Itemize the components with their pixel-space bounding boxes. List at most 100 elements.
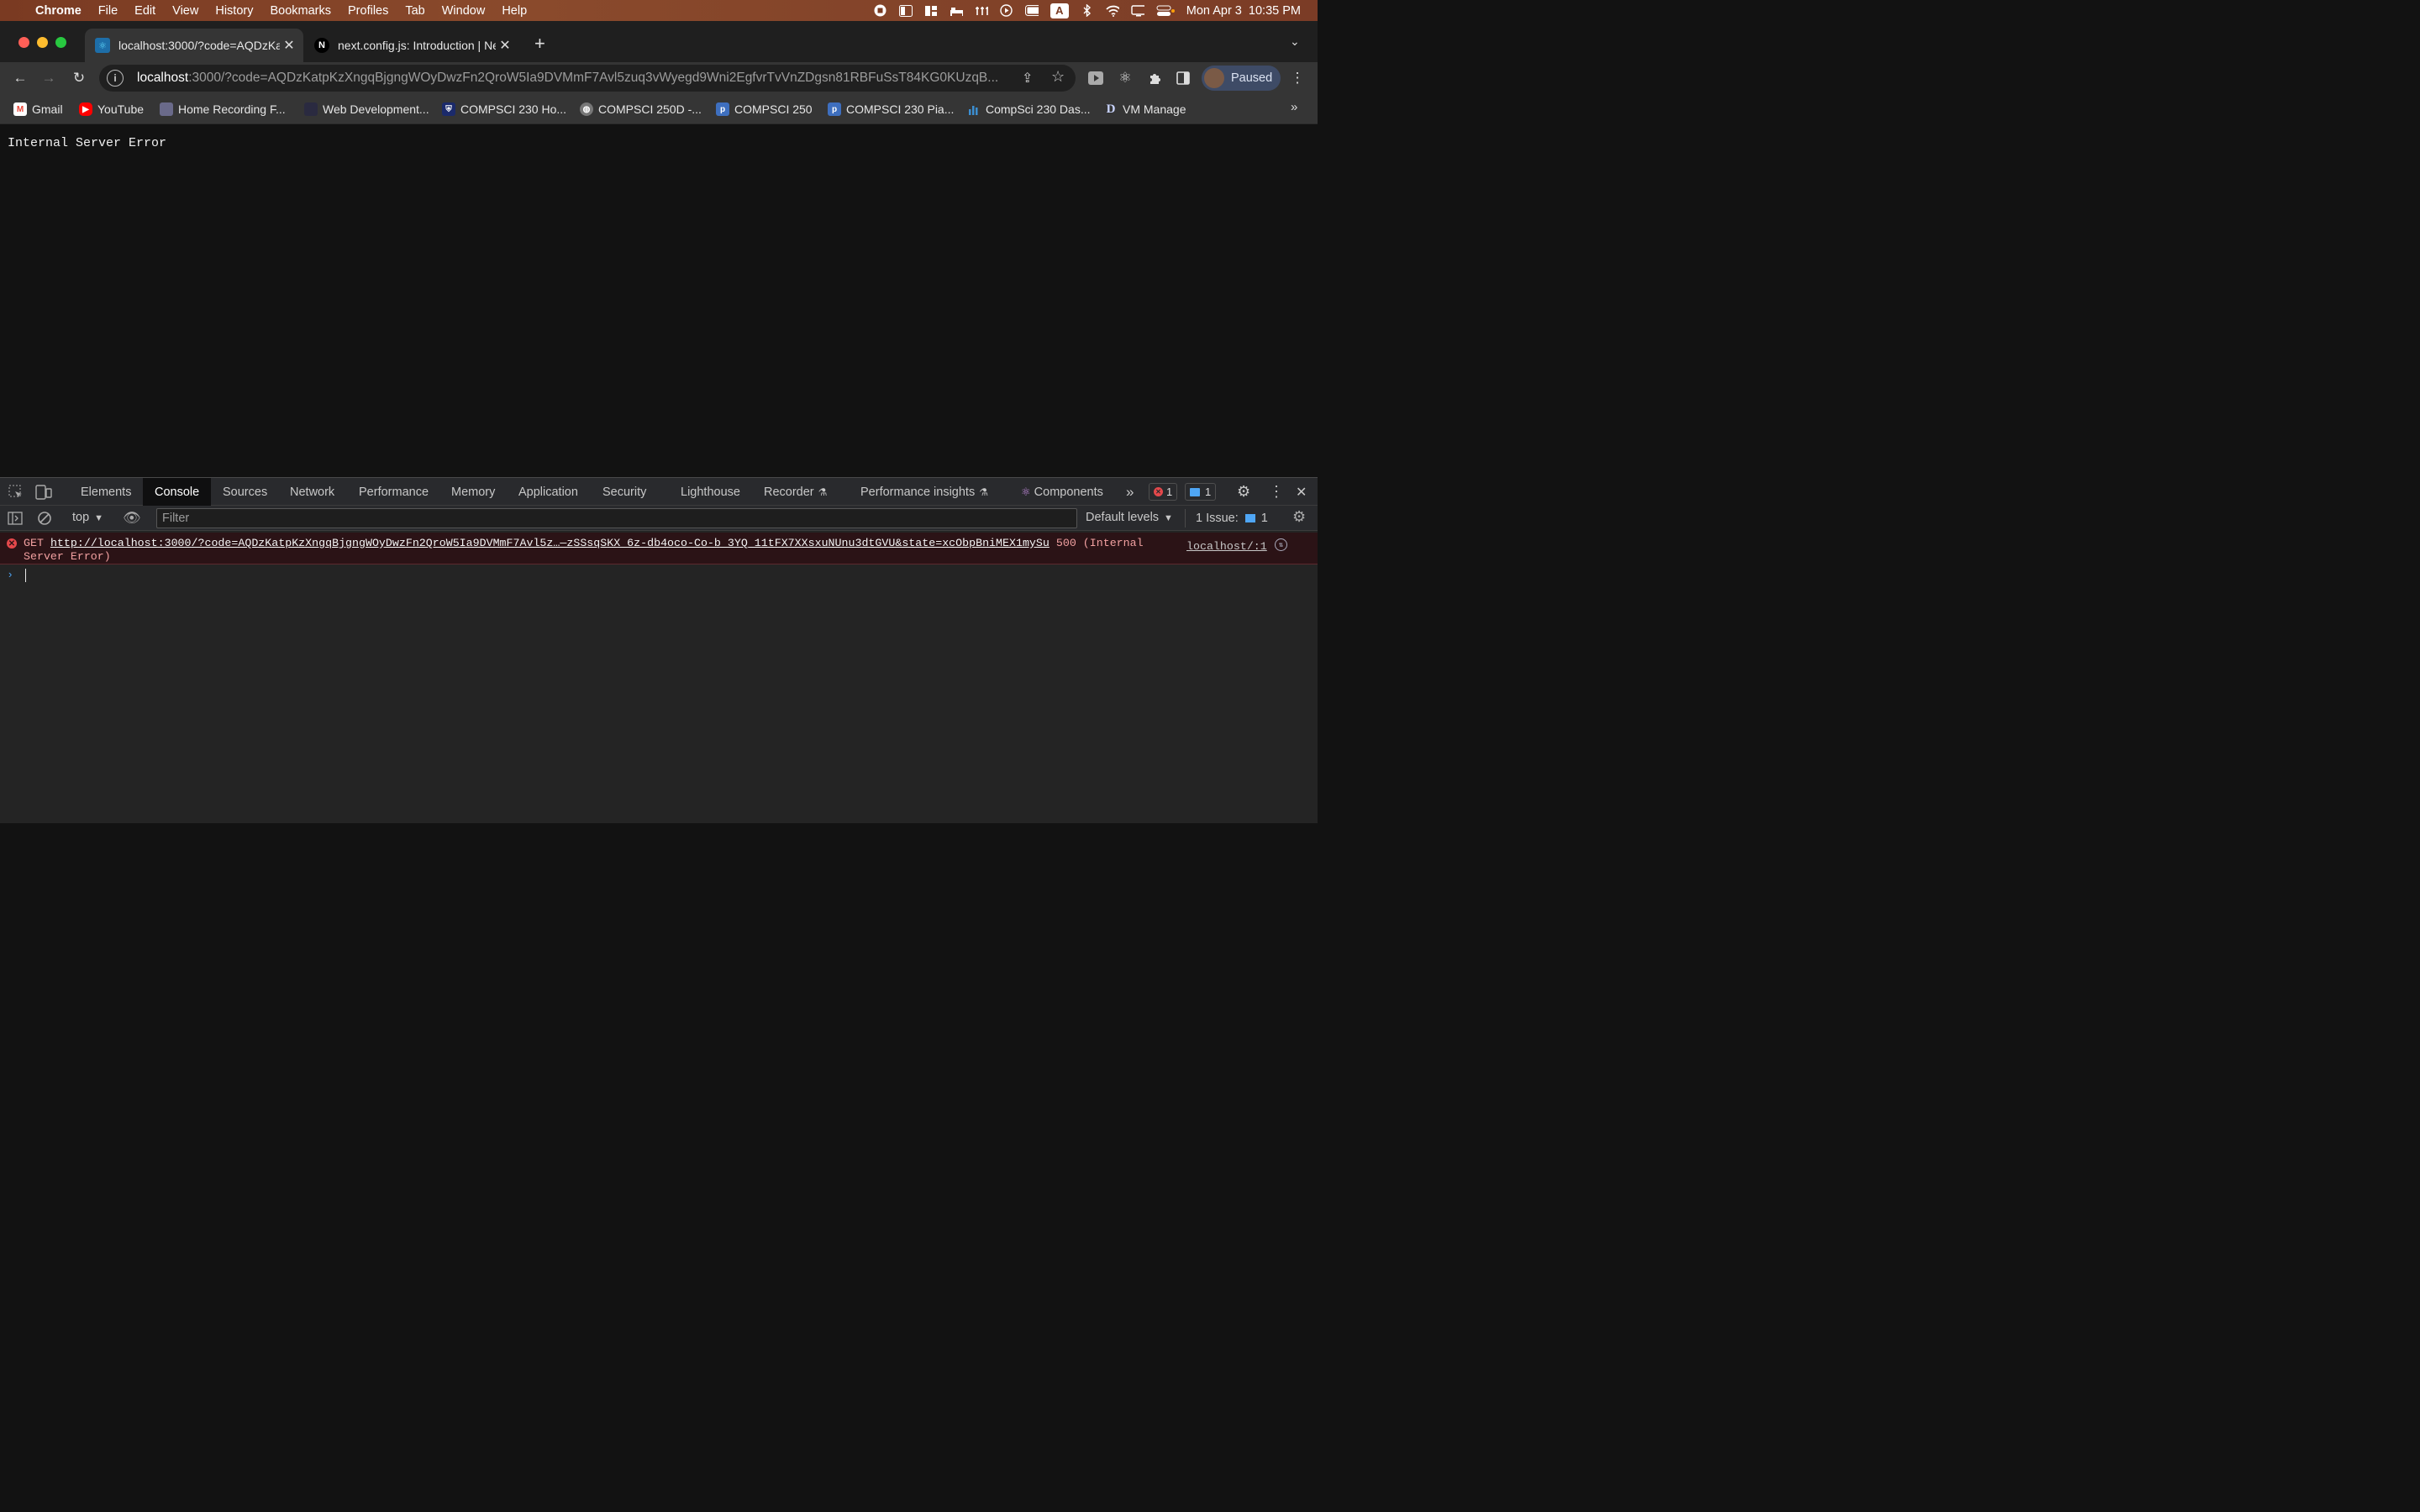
tab-search-chevron-icon[interactable]: ⌄ <box>1290 34 1300 49</box>
clear-console-icon[interactable] <box>37 511 52 529</box>
devtools-tab-elements[interactable]: Elements <box>81 478 131 506</box>
record-icon[interactable] <box>874 4 887 17</box>
duke-d-icon: D <box>1106 102 1116 116</box>
console-settings-gear-icon[interactable]: ⚙ <box>1292 508 1306 526</box>
devtools-tab-lighthouse[interactable]: Lighthouse <box>681 478 740 506</box>
devtools-menu-kebab-icon[interactable]: ⋮ <box>1269 478 1284 506</box>
bookmark-compsci-230-ho[interactable]: ⛨ COMPSCI 230 Ho... <box>442 101 566 118</box>
console-prompt-chevron-icon: › <box>8 568 13 580</box>
bookmark-gmail[interactable]: M Gmail <box>13 101 63 118</box>
control-center-icon[interactable] <box>1156 5 1175 17</box>
bookmark-compsci-250[interactable]: p COMPSCI 250 <box>716 101 813 118</box>
menu-edit[interactable]: Edit <box>126 4 164 18</box>
tab-title: localhost:3000/?code=AQDzKa <box>118 39 280 52</box>
extension-play-icon[interactable] <box>1086 68 1106 88</box>
close-tab-icon[interactable]: ✕ <box>280 37 298 54</box>
menu-help[interactable]: Help <box>493 4 535 18</box>
devtools-tab-security[interactable]: Security <box>602 478 646 506</box>
new-tab-button[interactable]: + <box>534 33 545 55</box>
menu-view[interactable]: View <box>164 4 207 18</box>
reload-button[interactable]: ↻ <box>69 68 89 88</box>
devtools-tab-memory[interactable]: Memory <box>451 478 495 506</box>
device-toolbar-icon[interactable] <box>35 478 52 506</box>
devtools-tab-performance-insights[interactable]: Performance insights ⚗ <box>860 478 988 506</box>
bookmark-web-development[interactable]: Web Development... <box>304 101 429 118</box>
forward-button[interactable]: → <box>39 68 59 88</box>
play-icon[interactable] <box>1000 4 1013 17</box>
bookmark-label: Gmail <box>32 102 63 116</box>
bookmark-home-recording[interactable]: Home Recording F... <box>160 101 286 118</box>
battery-icon[interactable] <box>1024 5 1039 17</box>
menu-file[interactable]: File <box>90 4 126 18</box>
devtools-tab-performance[interactable]: Performance <box>359 478 429 506</box>
close-tab-icon[interactable]: ✕ <box>496 37 514 54</box>
http-status: 500 (Internal <box>1055 537 1144 549</box>
bed-icon[interactable] <box>950 5 963 17</box>
console-input-caret[interactable] <box>25 569 26 582</box>
bookmark-compsci-230-piazza[interactable]: p COMPSCI 230 Pia... <box>828 101 954 118</box>
settings-gear-icon[interactable]: ⚙ <box>1237 478 1250 506</box>
bookmarks-overflow-chevron-icon[interactable]: » <box>1291 100 1297 114</box>
browser-tab-localhost[interactable]: ⚛ localhost:3000/?code=AQDzKa ✕ <box>85 29 303 62</box>
browser-toolbar: ← → ↻ i localhost:3000/?code=AQDzKatpKzX… <box>0 62 1318 94</box>
minimize-window-button[interactable] <box>37 37 48 48</box>
message-count-badge[interactable]: 1 <box>1185 483 1217 501</box>
devtools-tab-console[interactable]: Console <box>143 478 212 506</box>
dropdown-arrow-icon: ▼ <box>1164 513 1173 523</box>
devtools-tab-network[interactable]: Network <box>290 478 334 506</box>
bluetooth-icon[interactable] <box>1081 4 1094 17</box>
react-devtools-extension-icon[interactable]: ⚛ <box>1115 68 1135 88</box>
bookmark-label: COMPSCI 250 <box>734 102 813 116</box>
error-source-link[interactable]: localhost/:1 <box>1186 540 1267 553</box>
keyboard-input-icon[interactable]: A <box>1050 3 1069 18</box>
live-expression-eye-icon[interactable]: 👁 <box>123 510 141 527</box>
address-bar[interactable]: i localhost:3000/?code=AQDzKatpKzXngqBjg… <box>99 65 1076 92</box>
menu-window[interactable]: Window <box>434 4 494 18</box>
wifi-icon[interactable] <box>1106 5 1119 17</box>
menu-history[interactable]: History <box>207 4 261 18</box>
context-selector[interactable]: top ▼ <box>72 511 103 524</box>
bookmark-compsci-250d[interactable]: ◍ COMPSCI 250D -... <box>580 101 702 118</box>
log-levels-dropdown[interactable]: Default levels ▼ <box>1086 511 1173 524</box>
bookmark-vm-manage[interactable]: D VM Manage <box>1104 101 1186 118</box>
profile-button[interactable]: Paused <box>1202 66 1281 91</box>
devtools-tab-application[interactable]: Application <box>518 478 578 506</box>
inspect-element-icon[interactable] <box>8 478 24 506</box>
bookmark-youtube[interactable]: ▶ YouTube <box>79 101 144 118</box>
error-url-link[interactable]: http://localhost:3000/?code=AQDzKatpKzXn… <box>50 537 1050 549</box>
menu-app-chrome[interactable]: Chrome <box>27 4 90 18</box>
devtools-tab-sources[interactable]: Sources <box>223 478 267 506</box>
close-window-button[interactable] <box>18 37 29 48</box>
share-icon[interactable]: ⇪ <box>1022 70 1033 87</box>
network-icon[interactable] <box>975 5 988 17</box>
side-panel-icon[interactable] <box>1173 68 1193 88</box>
issues-label: 1 Issue: <box>1196 512 1239 525</box>
issues-counter[interactable]: 1 Issue: 1 <box>1185 509 1268 528</box>
error-count-badge[interactable]: ✕ 1 <box>1149 483 1178 501</box>
devtools-tab-components[interactable]: ⚛ Components <box>1021 478 1103 506</box>
browser-tab-nextjs-docs[interactable]: N next.config.js: Introduction | Ne ✕ <box>304 29 519 62</box>
bookmark-star-icon[interactable]: ☆ <box>1051 68 1065 86</box>
bookmark-label: COMPSCI 230 Pia... <box>846 102 955 116</box>
menu-tab[interactable]: Tab <box>397 4 433 18</box>
piazza-icon: p <box>716 102 729 116</box>
network-request-icon[interactable]: ⇅ <box>1275 538 1287 551</box>
sidebar-icon[interactable] <box>898 4 913 17</box>
maximize-window-button[interactable] <box>55 37 66 48</box>
profile-avatar <box>1204 68 1224 88</box>
browser-menu-kebab-icon[interactable]: ⋮ <box>1287 68 1307 88</box>
console-filter-input[interactable]: Filter <box>156 508 1077 528</box>
site-info-icon[interactable]: i <box>107 70 124 87</box>
menu-bookmarks[interactable]: Bookmarks <box>261 4 339 18</box>
extensions-puzzle-icon[interactable] <box>1144 68 1165 88</box>
console-sidebar-toggle-icon[interactable] <box>8 512 23 528</box>
more-tabs-chevron-icon[interactable]: » <box>1126 478 1134 506</box>
menu-bar-clock[interactable]: Mon Apr 3 10:35 PM <box>1186 4 1301 18</box>
close-devtools-icon[interactable]: ✕ <box>1296 478 1307 506</box>
bookmark-compsci-230-dashboard[interactable]: CompSci 230 Das... <box>967 101 1091 118</box>
devtools-tab-recorder[interactable]: Recorder ⚗ <box>764 478 827 506</box>
layout-icon[interactable] <box>924 5 938 17</box>
display-icon[interactable] <box>1131 4 1144 17</box>
menu-profiles[interactable]: Profiles <box>339 4 397 18</box>
back-button[interactable]: ← <box>10 68 30 88</box>
